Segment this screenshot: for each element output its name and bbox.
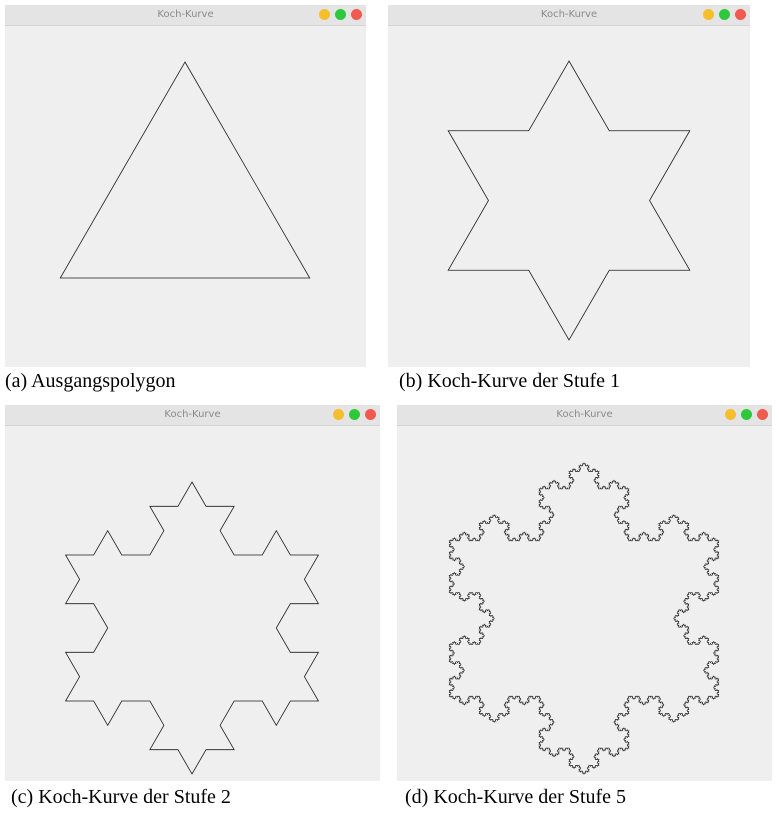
koch-curve-path — [447, 60, 691, 341]
minimize-button[interactable] — [725, 409, 736, 420]
window-titlebar[interactable]: Koch-Kurve — [5, 405, 380, 426]
window-controls — [720, 409, 768, 421]
window-controls — [314, 9, 362, 21]
maximize-button[interactable] — [335, 9, 346, 20]
drawing-canvas — [5, 26, 366, 367]
koch-window-b: Koch-Kurve — [388, 5, 750, 367]
window-title: Koch-Kurve — [540, 9, 598, 20]
caption-a: (a) Ausgangspolygon — [5, 370, 176, 392]
window-controls — [698, 9, 746, 21]
close-button[interactable] — [365, 409, 376, 420]
minimize-button[interactable] — [703, 9, 714, 20]
koch-curve-svg — [64, 481, 320, 775]
minimize-button[interactable] — [319, 9, 330, 20]
caption-c: (c) Koch-Kurve der Stufe 2 — [11, 786, 231, 808]
close-button[interactable] — [757, 409, 768, 420]
koch-curve-svg — [448, 462, 720, 775]
window-title: Koch-Kurve — [157, 9, 214, 20]
caption-d: (d) Koch-Kurve der Stufe 5 — [405, 786, 627, 808]
koch-window-d: Koch-Kurve — [397, 405, 772, 781]
drawing-canvas — [5, 426, 380, 781]
koch-window-c: Koch-Kurve — [5, 405, 380, 781]
maximize-button[interactable] — [741, 409, 752, 420]
koch-curve-svg — [447, 60, 691, 341]
caption-b: (b) Koch-Kurve der Stufe 1 — [399, 370, 621, 392]
drawing-canvas — [397, 426, 772, 781]
close-button[interactable] — [351, 9, 362, 20]
koch-curve-path — [448, 462, 720, 775]
maximize-button[interactable] — [719, 9, 730, 20]
koch-curve-svg — [59, 61, 311, 279]
koch-window-a: Koch-Kurve — [5, 5, 366, 367]
koch-curve-path — [59, 61, 311, 279]
drawing-canvas — [388, 26, 750, 367]
maximize-button[interactable] — [349, 409, 360, 420]
window-controls — [328, 409, 376, 421]
koch-curve-path — [64, 481, 320, 775]
window-titlebar[interactable]: Koch-Kurve — [5, 5, 366, 26]
figure: Koch-Kurve (a) Ausgangspolygon Koch-Kurv… — [0, 0, 779, 816]
window-titlebar[interactable]: Koch-Kurve — [397, 405, 772, 426]
close-button[interactable] — [735, 9, 746, 20]
window-titlebar[interactable]: Koch-Kurve — [388, 5, 750, 26]
minimize-button[interactable] — [333, 409, 344, 420]
window-title: Koch-Kurve — [164, 409, 221, 420]
window-title: Koch-Kurve — [556, 409, 613, 420]
